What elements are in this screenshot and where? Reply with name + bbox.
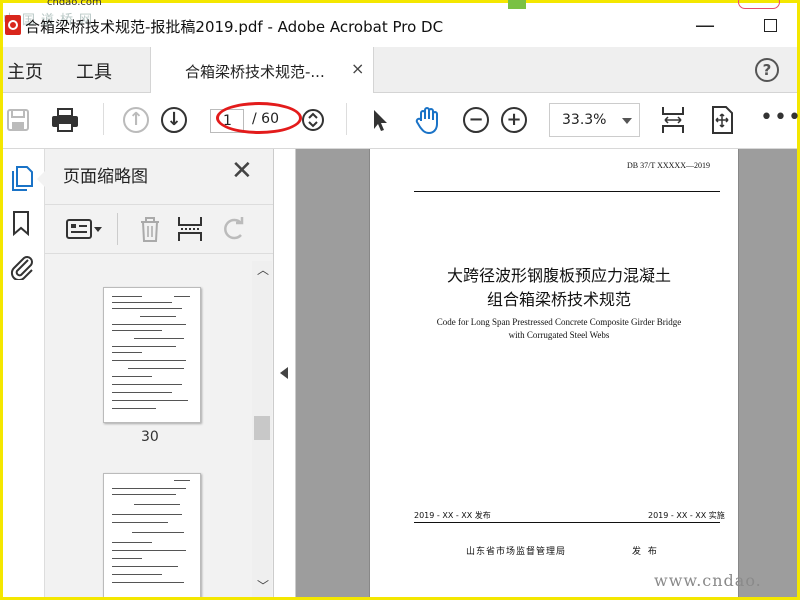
tab-home[interactable]: 主页 [7, 58, 43, 84]
attachment-icon[interactable] [8, 252, 36, 280]
toolbar-divider [346, 103, 347, 135]
page-thumbnail[interactable] [103, 287, 201, 423]
document-page: DB 37/T XXXXX—2019 大跨径波形钢腹板预应力混凝土 组合箱梁桥技… [369, 149, 739, 597]
panel-title: 页面缩略图 [63, 167, 148, 187]
toolbar: ↑ ↓ 1 / 60 − + 33.3% ••• [3, 93, 800, 149]
footer-rule [414, 522, 720, 523]
active-panel-pointer [37, 171, 45, 187]
document-title-line2: 组合箱梁桥技术规范 [486, 290, 631, 309]
rotate-icon[interactable] [219, 215, 249, 243]
page-thumbnail[interactable] [103, 473, 201, 597]
acrobat-pdf-icon [5, 15, 21, 35]
red-annotation-oval [216, 102, 302, 134]
insert-page-icon[interactable] [175, 215, 205, 243]
panel-splitter[interactable] [274, 149, 296, 597]
title-bar: cndao.com 中国道桥网 合箱梁桥技术规范-报批稿2019.pdf - A… [3, 0, 797, 47]
thumbnail-scrollbar[interactable]: ︿ ﹀ [252, 261, 272, 597]
overlay-url-text: cndao.com [47, 0, 102, 8]
zoom-select[interactable]: 33.3% [549, 103, 640, 137]
panel-toolbar-divider [117, 213, 118, 245]
close-panel-icon[interactable]: ✕ [231, 156, 253, 186]
minimize-button[interactable]: — [693, 13, 717, 37]
panel-toolbar [45, 204, 273, 254]
bookmark-icon[interactable] [8, 209, 36, 237]
zoom-value: 33.3% [562, 112, 607, 128]
overlay-green-mark [508, 0, 526, 9]
effective-date: 2019 - XX - XX 实施 [648, 511, 725, 520]
thumbnail-options-icon[interactable] [65, 215, 105, 243]
select-pointer-icon[interactable] [366, 107, 392, 133]
thumbnail-list: 30 [45, 253, 251, 597]
fit-width-icon[interactable] [659, 105, 687, 135]
toolbar-divider [103, 103, 104, 135]
thumbnail-page-number: 30 [141, 429, 159, 445]
chevron-down-icon [622, 118, 632, 124]
scrollbar-thumb[interactable] [254, 416, 270, 440]
page-thumbnails-icon[interactable] [8, 164, 36, 192]
print-icon[interactable] [50, 107, 80, 133]
standard-code: DB 37/T XXXXX—2019 [627, 161, 710, 170]
overlay-red-mark [738, 0, 780, 9]
more-tools-icon[interactable]: ••• [760, 105, 800, 130]
zoom-out-button[interactable]: − [463, 107, 489, 133]
collapse-panel-icon[interactable] [280, 367, 288, 379]
maximize-button[interactable] [758, 13, 782, 37]
previous-page-button[interactable]: ↑ [123, 107, 149, 133]
save-icon[interactable] [5, 107, 31, 133]
english-title-line1: Code for Long Span Prestressed Concrete … [436, 317, 682, 327]
next-page-button[interactable]: ↓ [161, 107, 187, 133]
scroll-up-icon[interactable]: ︿ [257, 261, 269, 278]
page-stepper-icon[interactable] [300, 107, 326, 133]
watermark-text: www.cndao. [654, 571, 762, 590]
window-title: 合箱梁桥技术规范-报批稿2019.pdf - Adobe Acrobat Pro… [25, 18, 444, 36]
publish-label: 发 布 [632, 547, 659, 557]
tab-tools[interactable]: 工具 [76, 58, 112, 84]
tab-bar: 主页 工具 合箱梁桥技术规范-... × ? [3, 47, 797, 93]
english-title-line2: with Corrugated Steel Webs [508, 330, 610, 340]
document-tab-label: 合箱梁桥技术规范-... [185, 63, 325, 81]
full-screen-icon[interactable] [708, 105, 736, 135]
hand-tool-icon[interactable] [413, 105, 443, 135]
delete-icon[interactable] [135, 215, 165, 243]
header-rule [414, 191, 720, 192]
maximize-icon [763, 19, 777, 32]
document-view[interactable]: DB 37/T XXXXX—2019 大跨径波形钢腹板预应力混凝土 组合箱梁桥技… [296, 149, 797, 597]
tab-document[interactable]: 合箱梁桥技术规范-... × [150, 47, 374, 93]
scroll-down-icon[interactable]: ﹀ [257, 577, 269, 594]
issue-date: 2019 - XX - XX 发布 [414, 511, 491, 520]
document-title-line1: 大跨径波形钢腹板预应力混凝土 [446, 266, 671, 285]
zoom-in-button[interactable]: + [501, 107, 527, 133]
left-rail [3, 149, 45, 597]
help-icon[interactable]: ? [755, 58, 779, 82]
thumbnails-panel: 页面缩略图 ✕ 30 ︿ ﹀ [45, 149, 274, 597]
close-tab-icon[interactable]: × [351, 59, 364, 78]
issuing-authority: 山东省市场监督管理局 [466, 547, 567, 557]
